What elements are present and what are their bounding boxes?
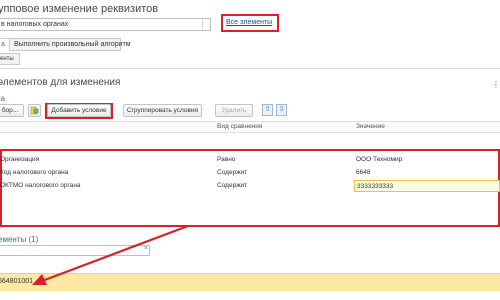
- annotation-arrow-icon: [32, 224, 190, 285]
